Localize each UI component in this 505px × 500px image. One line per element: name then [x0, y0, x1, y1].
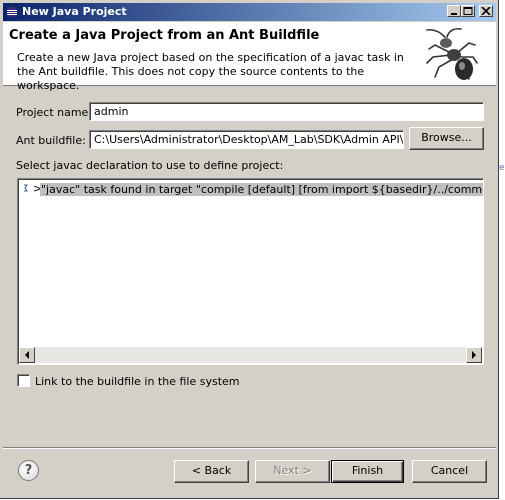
dialog-window: New Java Project Create a Java Project f… — [0, 0, 499, 499]
ant-buildfile-label: Ant buildfile: — [16, 134, 86, 147]
maximize-button[interactable] — [461, 5, 475, 17]
select-javac-label: Select javac declaration to use to defin… — [16, 159, 284, 172]
link-buildfile-checkbox[interactable] — [17, 374, 30, 387]
arrow-right-icon — [472, 351, 476, 359]
next-button[interactable]: Next > — [255, 460, 330, 483]
help-icon: ? — [24, 463, 33, 478]
scroll-left-button[interactable] — [19, 347, 35, 363]
scroll-right-button[interactable] — [466, 347, 482, 363]
project-name-label: Project name: — [16, 106, 93, 119]
arrow-left-icon — [25, 351, 29, 359]
page-title: Create a Java Project from an Ant Buildf… — [9, 28, 320, 43]
minimize-icon — [451, 13, 457, 15]
cancel-button[interactable]: Cancel — [412, 460, 487, 483]
background-window-edge: e — [499, 0, 505, 500]
close-button[interactable] — [479, 5, 493, 17]
close-icon — [481, 7, 491, 15]
link-buildfile-label[interactable]: Link to the buildfile in the file system — [35, 375, 240, 388]
project-name-input[interactable]: admin — [89, 102, 484, 121]
javac-declaration-tree[interactable]: > "javac" task found in target "compile … — [17, 178, 484, 365]
tree-expander-icon — [24, 184, 28, 192]
maximize-icon — [463, 7, 473, 15]
window-title: New Java Project — [22, 5, 127, 18]
ant-buildfile-input[interactable]: C:\Users\Administrator\Desktop\AM_Lab\SD… — [89, 130, 404, 149]
wizard-header: Create a Java Project from an Ant Buildf… — [3, 22, 496, 92]
minimize-button[interactable] — [447, 5, 461, 17]
help-button[interactable]: ? — [18, 460, 39, 481]
tree-item-label: "javac" task found in target "compile [d… — [40, 183, 483, 196]
footer-separator — [3, 447, 496, 449]
back-button[interactable]: < Back — [174, 460, 249, 483]
eclipse-icon — [6, 6, 18, 18]
finish-button[interactable]: Finish — [331, 460, 404, 483]
browse-button[interactable]: Browse... — [409, 127, 484, 150]
ant-icon — [426, 27, 478, 80]
title-bar[interactable]: New Java Project — [3, 3, 496, 21]
horizontal-scrollbar[interactable] — [19, 347, 482, 363]
page-description: Create a new Java project based on the s… — [17, 51, 404, 92]
background-text-fragment: e — [499, 163, 505, 173]
